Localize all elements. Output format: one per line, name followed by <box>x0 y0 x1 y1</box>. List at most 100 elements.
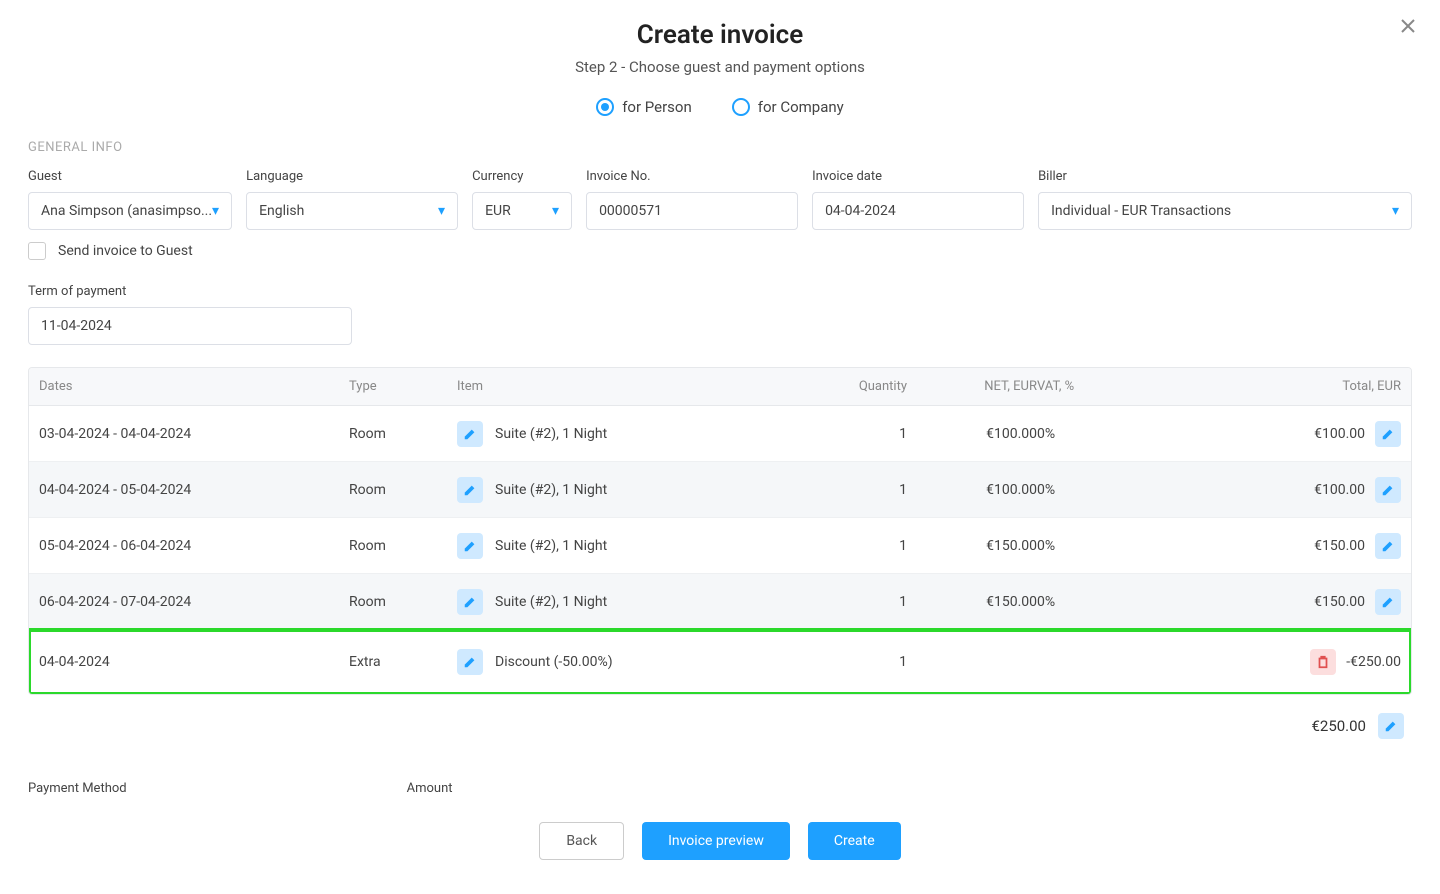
create-button[interactable]: Create <box>808 822 901 860</box>
cell-type: Room <box>349 538 457 554</box>
language-label: Language <box>246 169 458 184</box>
cell-vat: 0% <box>1037 426 1157 442</box>
cell-type: Room <box>349 482 457 498</box>
edit-item-button[interactable] <box>457 421 483 447</box>
cell-dates: 06-04-2024 - 07-04-2024 <box>39 594 349 610</box>
cell-item: Suite (#2), 1 Night <box>495 426 607 442</box>
language-value: English <box>259 203 438 219</box>
radio-checked-icon <box>596 98 614 116</box>
cell-total: €150.00 <box>1314 594 1365 610</box>
cell-vat: 0% <box>1037 538 1157 554</box>
cell-type: Room <box>349 594 457 610</box>
currency-select[interactable]: EUR ▾ <box>472 192 572 230</box>
invoice-no-input[interactable]: 00000571 <box>586 192 798 230</box>
radio-for-person[interactable]: for Person <box>596 98 692 116</box>
guest-value: Ana Simpson (anasimpso... <box>41 203 212 219</box>
radio-label: for Person <box>622 98 692 116</box>
edit-item-button[interactable] <box>457 649 483 675</box>
cell-dates: 04-04-2024 - 05-04-2024 <box>39 482 349 498</box>
th-quantity: Quantity <box>777 379 907 394</box>
page-subtitle: Step 2 - Choose guest and payment option… <box>28 58 1412 76</box>
cell-net: €150.00 <box>907 538 1037 554</box>
term-label: Term of payment <box>28 284 352 299</box>
page-title: Create invoice <box>28 20 1412 50</box>
cell-vat: 0% <box>1037 482 1157 498</box>
invoice-date-label: Invoice date <box>812 169 1024 184</box>
th-net: NET, EUR <box>907 379 1037 394</box>
send-invoice-label: Send invoice to Guest <box>58 243 193 259</box>
cell-total: €150.00 <box>1314 538 1365 554</box>
edit-item-button[interactable] <box>457 589 483 615</box>
table-row: 04-04-2024Extra Discount (-50.00%) 1 -€250.… <box>29 630 1411 694</box>
chevron-down-icon: ▾ <box>212 203 219 219</box>
table-row: 04-04-2024 - 05-04-2024Room Suite (#2), 1… <box>29 462 1411 518</box>
cell-dates: 04-04-2024 <box>39 654 349 670</box>
chevron-down-icon: ▾ <box>438 203 445 219</box>
cell-item: Discount (-50.00%) <box>495 654 613 670</box>
edit-total-button[interactable] <box>1378 713 1404 739</box>
invoice-no-value: 00000571 <box>599 203 662 219</box>
delete-row-button[interactable] <box>1310 649 1336 675</box>
edit-row-button[interactable] <box>1375 533 1401 559</box>
close-icon[interactable] <box>1400 18 1416 38</box>
table-row: 06-04-2024 - 07-04-2024Room Suite (#2), 1… <box>29 574 1411 630</box>
language-select[interactable]: English ▾ <box>246 192 458 230</box>
currency-value: EUR <box>485 203 552 219</box>
cell-type: Extra <box>349 654 457 670</box>
section-general-info: GENERAL INFO <box>28 140 1412 155</box>
table-row: 03-04-2024 - 04-04-2024Room Suite (#2), 1… <box>29 406 1411 462</box>
invoice-date-value: 04-04-2024 <box>825 203 896 219</box>
cell-qty: 1 <box>777 426 907 442</box>
cell-total: €100.00 <box>1314 426 1365 442</box>
invoice-preview-button[interactable]: Invoice preview <box>642 822 790 860</box>
invoice-lines-table: Dates Type Item Quantity NET, EUR VAT, %… <box>28 367 1412 695</box>
biller-value: Individual - EUR Transactions <box>1051 203 1392 219</box>
cell-vat: 0% <box>1037 594 1157 610</box>
cell-qty: 1 <box>777 482 907 498</box>
cell-qty: 1 <box>777 538 907 554</box>
edit-row-button[interactable] <box>1375 477 1401 503</box>
chevron-down-icon: ▾ <box>1392 203 1399 219</box>
cell-total: -€250.00 <box>1346 654 1401 670</box>
invoice-date-input[interactable]: 04-04-2024 <box>812 192 1024 230</box>
table-header: Dates Type Item Quantity NET, EUR VAT, %… <box>29 368 1411 406</box>
th-dates: Dates <box>39 379 349 394</box>
th-type: Type <box>349 379 457 394</box>
cell-net: €100.00 <box>907 482 1037 498</box>
chevron-down-icon: ▾ <box>552 203 559 219</box>
table-row: 05-04-2024 - 06-04-2024Room Suite (#2), 1… <box>29 518 1411 574</box>
cell-dates: 03-04-2024 - 04-04-2024 <box>39 426 349 442</box>
payment-method-label: Payment Method <box>28 781 127 796</box>
cell-net: €150.00 <box>907 594 1037 610</box>
term-input[interactable]: 11-04-2024 <box>28 307 352 345</box>
term-value: 11-04-2024 <box>41 318 112 334</box>
th-total: Total, EUR <box>1157 379 1401 394</box>
th-item: Item <box>457 379 777 394</box>
cell-item: Suite (#2), 1 Night <box>495 538 607 554</box>
cell-dates: 05-04-2024 - 06-04-2024 <box>39 538 349 554</box>
radio-unchecked-icon <box>732 98 750 116</box>
cell-total: €100.00 <box>1314 482 1365 498</box>
guest-select[interactable]: Ana Simpson (anasimpso... ▾ <box>28 192 232 230</box>
biller-select[interactable]: Individual - EUR Transactions ▾ <box>1038 192 1412 230</box>
guest-label: Guest <box>28 169 232 184</box>
edit-row-button[interactable] <box>1375 589 1401 615</box>
amount-label: Amount <box>407 781 453 796</box>
cell-item: Suite (#2), 1 Night <box>495 594 607 610</box>
biller-label: Biller <box>1038 169 1412 184</box>
cell-net: €100.00 <box>907 426 1037 442</box>
cell-qty: 1 <box>777 654 907 670</box>
radio-for-company[interactable]: for Company <box>732 98 844 116</box>
grand-total: €250.00 <box>1311 717 1366 735</box>
back-button[interactable]: Back <box>539 822 624 860</box>
th-vat: VAT, % <box>1037 379 1157 394</box>
send-invoice-checkbox[interactable] <box>28 242 46 260</box>
cell-item: Suite (#2), 1 Night <box>495 482 607 498</box>
cell-qty: 1 <box>777 594 907 610</box>
currency-label: Currency <box>472 169 572 184</box>
edit-row-button[interactable] <box>1375 421 1401 447</box>
edit-item-button[interactable] <box>457 533 483 559</box>
cell-type: Room <box>349 426 457 442</box>
edit-item-button[interactable] <box>457 477 483 503</box>
radio-label: for Company <box>758 98 844 116</box>
